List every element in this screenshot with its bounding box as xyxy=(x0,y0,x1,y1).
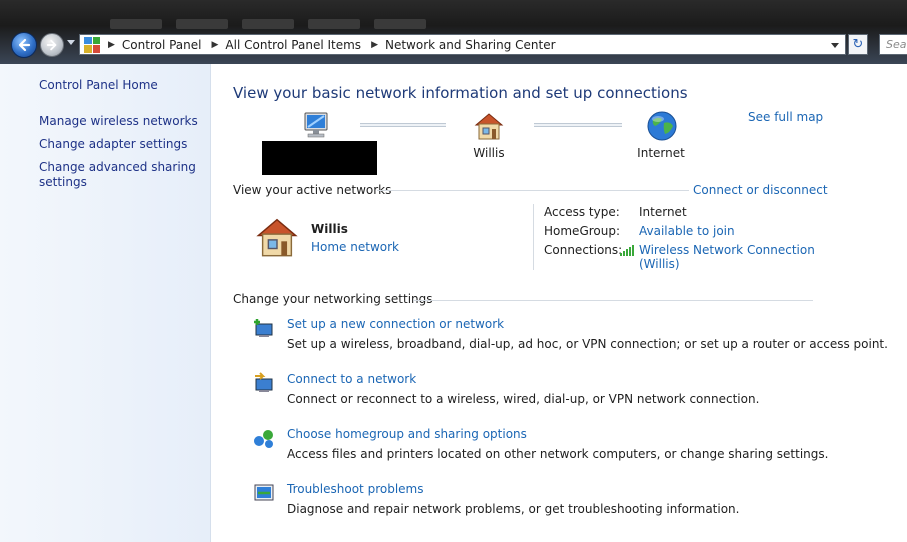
homegroup-label: HomeGroup: xyxy=(544,224,621,238)
chevron-down-icon[interactable] xyxy=(831,43,839,48)
wireless-connection-name: Wireless Network Connection xyxy=(639,243,815,257)
back-button[interactable] xyxy=(11,32,37,58)
refresh-button[interactable]: ↻ xyxy=(848,34,868,55)
map-node-network: Willis xyxy=(473,146,505,160)
connect-to-network-desc: Connect or reconnect to a wireless, wire… xyxy=(287,392,760,406)
setup-connection-link[interactable]: Set up a new connection or network xyxy=(287,317,504,331)
connect-or-disconnect-link[interactable]: Connect or disconnect xyxy=(693,183,828,197)
active-network-name: Willis xyxy=(311,222,348,236)
address-bar[interactable]: ▶ Control Panel ▶ All Control Panel Item… xyxy=(79,34,846,55)
globe-icon xyxy=(647,111,677,141)
connection-line xyxy=(360,123,446,127)
homegroup-link[interactable]: Available to join xyxy=(639,224,735,238)
divider xyxy=(413,300,813,301)
setup-connection-desc: Set up a wireless, broadband, dial-up, a… xyxy=(287,337,888,351)
connect-network-icon xyxy=(255,372,273,392)
page-title: View your basic network information and … xyxy=(233,84,688,102)
sidebar-item-control-panel-home[interactable]: Control Panel Home xyxy=(39,78,158,93)
forward-button[interactable] xyxy=(40,33,64,57)
networking-settings-title: Change your networking settings xyxy=(233,292,433,306)
sidebar-item-manage-wireless[interactable]: Manage wireless networks xyxy=(39,114,198,129)
connections-label: Connections: xyxy=(544,243,623,257)
map-node-internet: Internet xyxy=(637,146,685,160)
troubleshoot-desc: Diagnose and repair network problems, or… xyxy=(287,502,740,516)
see-full-map-link[interactable]: See full map xyxy=(748,110,823,124)
homegroup-icon xyxy=(254,430,273,448)
sidebar-item-adapter-settings[interactable]: Change adapter settings xyxy=(39,137,187,152)
homegroup-sharing-link[interactable]: Choose homegroup and sharing options xyxy=(287,427,527,441)
redacted-computer-name xyxy=(262,141,377,175)
wireless-connection-ssid: (Willis) xyxy=(639,257,680,271)
control-panel-icon xyxy=(84,36,100,53)
search-input[interactable]: Sea xyxy=(879,34,907,55)
task-pane: Control Panel Home Manage wireless netwo… xyxy=(0,64,211,542)
active-networks-title: View your active networks xyxy=(233,183,392,197)
connect-to-network-link[interactable]: Connect to a network xyxy=(287,372,416,386)
refresh-icon: ↻ xyxy=(852,37,864,52)
chevron-right-icon[interactable]: ▶ xyxy=(371,40,378,50)
background-tabs xyxy=(110,18,907,30)
wireless-signal-icon xyxy=(620,245,634,256)
home-network-icon xyxy=(256,218,298,257)
chevron-right-icon[interactable]: ▶ xyxy=(108,40,115,50)
breadcrumb-all-items[interactable]: All Control Panel Items xyxy=(225,38,361,52)
breadcrumb-control-panel[interactable]: Control Panel xyxy=(122,38,202,52)
chevron-right-icon[interactable]: ▶ xyxy=(212,40,219,50)
divider xyxy=(377,190,689,191)
home-network-icon xyxy=(474,113,504,140)
breadcrumb: ▶ Control Panel ▶ All Control Panel Item… xyxy=(104,38,556,52)
network-type-link[interactable]: Home network xyxy=(311,240,399,254)
recent-pages-dropdown[interactable] xyxy=(67,40,75,45)
main-content: View your basic network information and … xyxy=(211,64,907,542)
computer-icon xyxy=(304,112,328,138)
wireless-connection-link[interactable]: Wireless Network Connection (Willis) xyxy=(639,243,815,271)
new-connection-icon xyxy=(254,319,273,337)
breadcrumb-network-sharing[interactable]: Network and Sharing Center xyxy=(385,38,556,52)
troubleshoot-icon xyxy=(254,484,274,501)
homegroup-sharing-desc: Access files and printers located on oth… xyxy=(287,447,829,461)
access-type-value: Internet xyxy=(639,205,687,219)
sidebar-item-advanced-sharing[interactable]: Change advanced sharing settings xyxy=(39,160,199,190)
access-type-label: Access type: xyxy=(544,205,620,219)
arrow-left-icon xyxy=(18,38,31,52)
troubleshoot-link[interactable]: Troubleshoot problems xyxy=(287,482,423,496)
connection-line xyxy=(534,123,622,127)
divider xyxy=(533,204,534,270)
arrow-right-icon xyxy=(46,39,57,51)
